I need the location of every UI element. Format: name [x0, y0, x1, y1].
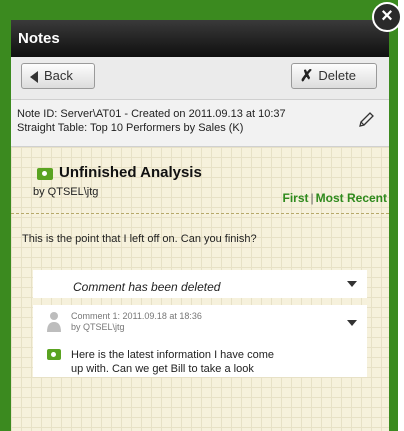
delete-label: Delete: [318, 68, 356, 83]
delete-button[interactable]: ✗ Delete: [291, 63, 377, 89]
note-body: Unfinished Analysis by QTSEL\jtg First | M…: [11, 147, 389, 431]
toolbar: Back ✗ Delete: [11, 57, 389, 100]
back-button[interactable]: Back: [21, 63, 95, 89]
note-icon: [47, 349, 61, 360]
background-strip: [398, 0, 404, 431]
notes-panel: Notes Back ✗ Delete Note ID: Server\AT01 …: [11, 20, 389, 431]
note-object-line: Straight Table: Top 10 Performers by Sal…: [17, 122, 244, 134]
chevron-down-icon[interactable]: [347, 320, 357, 326]
chevron-down-icon[interactable]: [347, 281, 357, 287]
note-message: This is the point that I left off on. Ca…: [22, 233, 257, 245]
note-navigation: First | Most Recent: [283, 191, 387, 205]
comment-card-deleted: Comment has been deleted: [33, 270, 367, 298]
nav-separator: |: [310, 191, 314, 205]
comment-text: Here is the latest information I have co…: [71, 349, 274, 375]
comment-card: Comment 1: 2011.09.18 at 18:36 by QTSEL\…: [33, 305, 367, 377]
back-arrow-icon: [30, 70, 38, 83]
most-recent-link[interactable]: Most Recent: [316, 191, 387, 205]
note-author: by QTSEL\jtg: [33, 186, 99, 198]
note-info: Note ID: Server\AT01 - Created on 2011.0…: [11, 100, 389, 147]
note-title: Unfinished Analysis: [59, 164, 202, 181]
person-icon: [47, 312, 61, 332]
divider: [11, 213, 389, 214]
comment-timestamp: Comment 1: 2011.09.18 at 18:36: [71, 311, 202, 321]
delete-x-icon: ✗: [300, 67, 314, 85]
first-link[interactable]: First: [283, 191, 309, 205]
note-icon: [37, 168, 53, 180]
dialog-title: Notes: [11, 20, 389, 57]
comment-meta: Comment 1: 2011.09.18 at 18:36 by QTSEL\…: [71, 311, 202, 333]
comment-author: by QTSEL\jtg: [71, 322, 125, 332]
close-button[interactable]: ×: [372, 2, 402, 32]
back-label: Back: [44, 68, 73, 83]
deleted-comment-text: Comment has been deleted: [73, 280, 221, 294]
pencil-icon[interactable]: [357, 111, 375, 129]
note-id-line: Note ID: Server\AT01 - Created on 2011.0…: [17, 108, 286, 120]
